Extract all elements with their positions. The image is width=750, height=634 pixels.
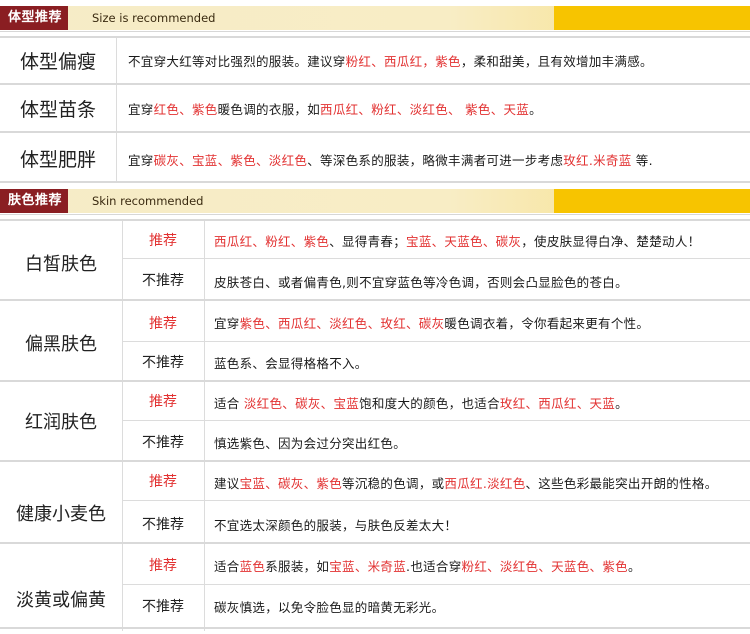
- header-accent: [554, 6, 750, 30]
- recommend-text: 适合蓝色系服装，如宝蓝、米奇蓝.也适合穿粉红、淡红色、天蓝色、紫色。: [214, 559, 641, 574]
- recommend-label: 推荐: [149, 394, 177, 410]
- skin-section-subtitle: Skin recommended: [92, 194, 204, 208]
- skin-row-label: 红润肤色: [25, 412, 97, 433]
- skin-row-label: 健康小麦色: [16, 504, 106, 525]
- not-recommend-label: 不推荐: [142, 517, 184, 533]
- recommend-label: 推荐: [149, 558, 177, 574]
- skin-section-tag: 肤色推荐: [0, 189, 69, 213]
- not-recommend-label: 不推荐: [142, 435, 184, 451]
- recommend-label: 推荐: [149, 474, 177, 490]
- skin-row-label: 偏黑肤色: [25, 334, 97, 355]
- body-section-header: 体型推荐 Size is recommended: [0, 2, 750, 32]
- recommend-text: 建议宝蓝、碳灰、紫色等沉稳的色调，或西瓜红.淡红色、这些色彩最能突出开朗的性格。: [214, 476, 718, 491]
- skin-row-label: 淡黄或偏黄: [16, 590, 106, 611]
- recommend-text: 宜穿紫色、西瓜红、淡红色、玫红、碳灰暖色调衣着，令你看起来更有个性。: [214, 316, 650, 331]
- header-accent: [554, 189, 750, 213]
- not-recommend-text: 不宜选太深颜色的服装，与肤色反差太大！: [214, 518, 458, 533]
- skin-section-header: 肤色推荐 Skin recommended: [0, 185, 750, 215]
- body-row-desc: 宜穿红色、紫色暖色调的衣服，如西瓜红、粉红、淡红色、 紫色、天蓝。: [128, 102, 542, 117]
- recommend-text: 适合 淡红色、碳灰、宝蓝饱和度大的颜色，也适合玫红、西瓜红、天蓝。: [214, 396, 628, 411]
- not-recommend-text: 慎选紫色、因为会过分突出红色。: [214, 436, 407, 451]
- not-recommend-label: 不推荐: [142, 355, 184, 371]
- not-recommend-text: 碳灰慎选，以免令脸色显的暗黄无彩光。: [214, 600, 445, 615]
- skin-row-label: 白皙肤色: [25, 254, 97, 275]
- header-rule: [0, 31, 750, 32]
- body-section-tag: 体型推荐: [0, 6, 69, 30]
- recommend-text: 西瓜红、粉红、紫色、显得青春；宝蓝、天蓝色、碳灰，使皮肤显得白净、楚楚动人！: [214, 234, 701, 249]
- not-recommend-label: 不推荐: [142, 599, 184, 615]
- body-row-label: 体型偏瘦: [19, 51, 96, 73]
- body-row-desc: 不宜穿大红等对比强烈的服装。建议穿粉红、西瓜红，紫色，柔和甜美，且有效增加丰满感…: [128, 54, 653, 69]
- not-recommend-text: 皮肤苍白、或者偏青色,则不宜穿蓝色等冷色调，否则会凸显脸色的苍白。: [214, 275, 628, 290]
- not-recommend-text: 蓝色系、会显得格格不入。: [214, 356, 368, 371]
- body-section-subtitle: Size is recommended: [92, 11, 216, 25]
- header-rule: [0, 214, 750, 215]
- body-row-label: 体型肥胖: [19, 149, 96, 171]
- body-row-label: 体型苗条: [19, 99, 96, 121]
- recommend-label: 推荐: [149, 233, 177, 249]
- recommend-label: 推荐: [149, 316, 177, 332]
- not-recommend-label: 不推荐: [142, 273, 184, 289]
- body-row-desc: 宜穿碳灰、宝蓝、紫色、淡红色、等深色系的服装，略微丰满者可进一步考虑玫红.米奇蓝…: [128, 153, 653, 168]
